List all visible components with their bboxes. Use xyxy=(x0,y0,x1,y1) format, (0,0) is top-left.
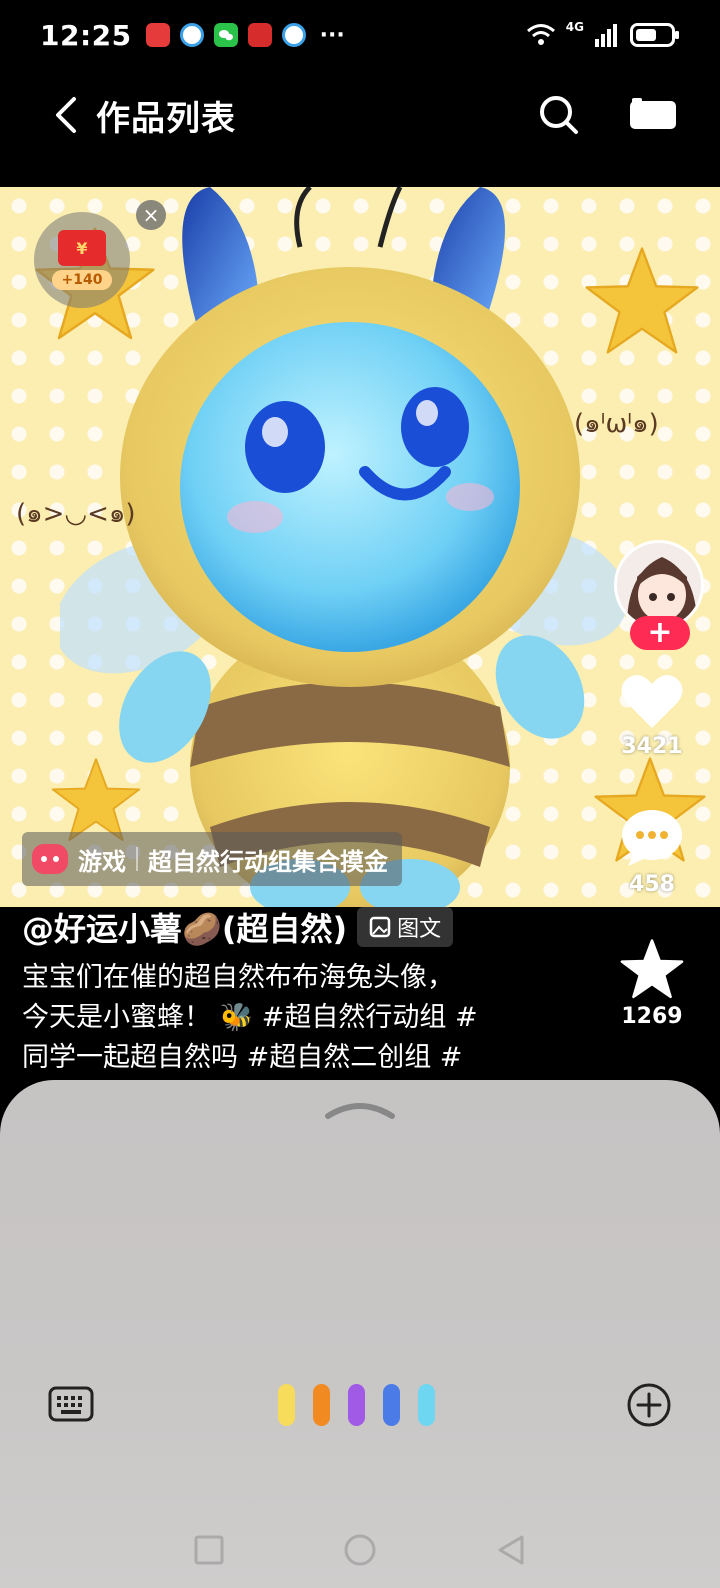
favorite-count: 1269 xyxy=(621,1004,683,1029)
battery-icon xyxy=(630,23,679,47)
red-envelope-icon: ¥ xyxy=(58,230,106,266)
add-button[interactable] xyxy=(626,1382,672,1428)
shopping-app-icon xyxy=(145,23,170,47)
author-name[interactable]: @好运小薯🥔(超自然) xyxy=(22,904,347,950)
back-arrow-icon xyxy=(56,97,76,133)
voice-bar xyxy=(278,1384,295,1426)
caption-line: 宝宝们在催的超自然布布海兔头像， xyxy=(22,962,454,993)
page-title: 作品列表 xyxy=(96,98,236,139)
star-icon xyxy=(620,939,684,999)
close-icon[interactable]: × xyxy=(136,200,166,230)
voice-bar xyxy=(383,1384,400,1426)
notification-icons: ··· xyxy=(145,22,345,48)
browser-app-icon-2 xyxy=(281,23,306,47)
search-button[interactable] xyxy=(536,92,582,138)
camera-button[interactable] xyxy=(630,92,676,138)
comment-bubble-icon xyxy=(622,810,682,866)
caption-line: 同学一起超自然吗 #超自然二创组 # xyxy=(22,1042,463,1073)
favorite-button[interactable]: 1269 xyxy=(607,938,697,1029)
back-triangle-icon[interactable] xyxy=(496,1534,526,1566)
voice-bar xyxy=(418,1384,435,1426)
network-type-label: 4G xyxy=(565,20,584,34)
status-bar: 12:25 ··· 4G xyxy=(0,0,720,70)
more-notifications-icon: ··· xyxy=(319,22,345,48)
plus-circle-icon xyxy=(627,1383,671,1427)
image-icon xyxy=(369,916,391,938)
kaomoji-right: (๑ᴵωᴵ๑) xyxy=(574,409,659,439)
game-tag-label: 游戏 xyxy=(78,847,126,876)
status-right: 4G xyxy=(526,20,680,48)
author-row: @好运小薯🥔(超自然) 图文 xyxy=(22,904,454,950)
divider xyxy=(136,847,138,871)
wifi-icon xyxy=(526,24,555,45)
follow-button[interactable]: + xyxy=(630,616,690,650)
bee-character-illustration xyxy=(60,187,628,907)
gift-app-icon xyxy=(247,23,272,47)
system-navigation-bar xyxy=(0,1520,720,1580)
like-count: 3421 xyxy=(621,734,683,759)
like-button[interactable]: 3421 xyxy=(607,672,697,759)
wechat-app-icon xyxy=(213,23,238,47)
screen: 12:25 ··· 4G 作品列表 (๑>◡<๑) (๑ᴵωᴵ๑) ¥ +140… xyxy=(0,0,720,1588)
chevron-up-icon[interactable] xyxy=(324,1096,396,1120)
keyboard-button[interactable] xyxy=(48,1384,94,1424)
voice-input-sheet xyxy=(0,1080,720,1588)
game-tag-title: 超自然行动组集合摸金 xyxy=(148,847,388,876)
voice-bar xyxy=(348,1384,365,1426)
voice-bar xyxy=(313,1384,330,1426)
signal-icon xyxy=(595,24,617,47)
status-time: 12:25 xyxy=(40,18,132,52)
heart-icon xyxy=(621,675,683,728)
header-actions xyxy=(536,92,676,138)
video-camera-icon xyxy=(630,98,676,129)
post-type-label: 图文 xyxy=(397,917,442,942)
post-type-badge: 图文 xyxy=(357,907,454,947)
home-circle-icon[interactable] xyxy=(344,1534,376,1566)
game-tag[interactable]: 游戏 超自然行动组集合摸金 xyxy=(22,832,402,886)
reward-amount: +140 xyxy=(51,270,113,290)
header: 作品列表 xyxy=(0,76,720,154)
keyboard-icon xyxy=(48,1386,94,1422)
kaomoji-left: (๑>◡<๑) xyxy=(16,499,136,529)
browser-app-icon xyxy=(179,23,204,47)
comment-button[interactable]: 458 xyxy=(607,808,697,897)
red-envelope-reward-badge[interactable]: ¥ +140 xyxy=(34,212,130,308)
back-button[interactable] xyxy=(36,85,96,145)
voice-input-button[interactable] xyxy=(278,1384,435,1426)
comment-count: 458 xyxy=(629,872,675,897)
post-caption[interactable]: 宝宝们在催的超自然布布海兔头像， 今天是小蜜蜂！ 🐝 #超自然行动组 # 同学一… xyxy=(22,958,602,1078)
search-icon xyxy=(540,96,578,134)
recents-square-icon[interactable] xyxy=(194,1535,224,1565)
caption-line: 今天是小蜜蜂！ 🐝 #超自然行动组 # xyxy=(22,1002,478,1033)
gamepad-icon xyxy=(32,844,68,874)
